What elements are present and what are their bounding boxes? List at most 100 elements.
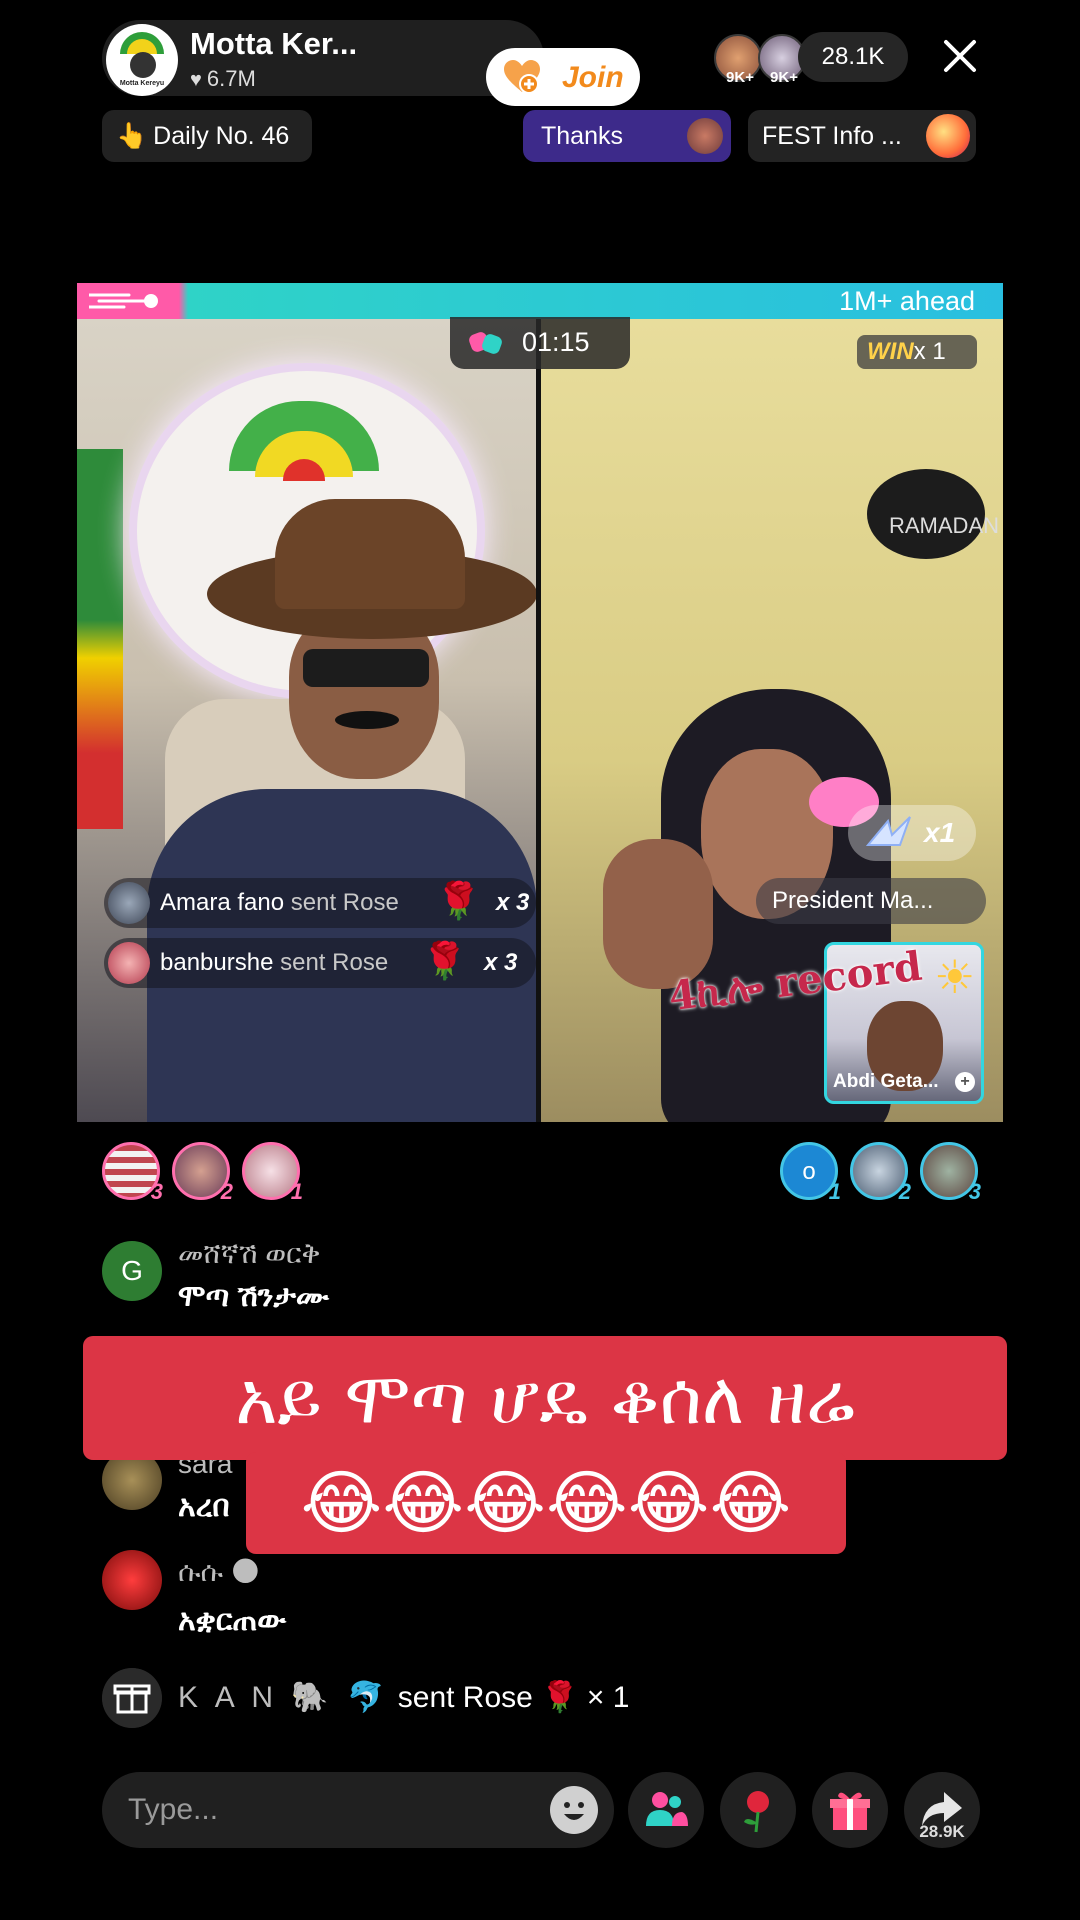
chat-username[interactable]: ሱሱ 🌑: [178, 1555, 260, 1589]
rose-gift-button[interactable]: [720, 1772, 796, 1848]
chat-message: አቋርጠው: [178, 1604, 287, 1637]
logo-arcs: [120, 32, 164, 54]
crane-count: x1: [924, 817, 956, 848]
people-icon: [646, 1792, 688, 1826]
rose-icon: 🌹: [436, 880, 481, 921]
caption-banner-line-1: አይ ሞጣ ሆዴ ቆሰለ ዘሬ: [83, 1336, 1007, 1460]
rose-icon: [744, 1791, 769, 1833]
win-streak-badge: WINx 1: [857, 335, 977, 369]
ramadan-sign: RAMADAN: [867, 469, 999, 559]
battle-ahead-text: 1M+ ahead: [839, 286, 975, 316]
flag: [77, 449, 123, 829]
join-label: Join: [562, 61, 624, 94]
share-button[interactable]: 28.9K: [904, 1772, 980, 1848]
top-gifter-right-1[interactable]: o1: [780, 1142, 841, 1204]
gift-chat-count: × 1: [578, 1681, 630, 1714]
battle-score-bar: 1M+ ahead: [77, 283, 1003, 319]
daily-rank-chip[interactable]: 👆 Daily No. 46: [102, 110, 312, 162]
top-gifter-left-1[interactable]: 1: [242, 1142, 303, 1204]
hand: [603, 839, 713, 989]
chat-message: አረበ: [178, 1490, 230, 1523]
host-avatar[interactable]: Motta Kereyu: [106, 24, 178, 96]
rank-avatar-letter: o: [802, 1158, 816, 1185]
gift-notification: banburshe sent Rose 🌹 x 3: [104, 938, 536, 988]
cohost-name: Abdi Geta...: [833, 1071, 939, 1092]
rank-number: 3: [968, 1179, 981, 1204]
rank-number: 2: [220, 1179, 233, 1204]
gift-sender-avatar: [108, 882, 150, 924]
top-gifter-right-2[interactable]: 2: [850, 1142, 911, 1204]
share-count: 28.9K: [919, 1822, 965, 1841]
rank-number: 2: [898, 1179, 911, 1204]
win-count: x 1: [913, 338, 946, 365]
gloves-icon: [469, 332, 502, 354]
hat-top: [275, 499, 465, 609]
comment-input[interactable]: [128, 1784, 528, 1836]
gift-box-icon: [102, 1668, 162, 1728]
join-button[interactable]: Join: [486, 48, 640, 106]
win-label: WIN: [867, 338, 914, 365]
gift-icon: [830, 1792, 870, 1830]
comment-box[interactable]: [102, 1772, 614, 1848]
multi-guest-button[interactable]: [628, 1772, 704, 1848]
mustache: [335, 711, 399, 729]
host-pill[interactable]: Motta Kereyu Motta Ker... ♥ 6.7M Join: [102, 20, 640, 106]
host-video-panel[interactable]: [77, 319, 536, 1122]
plus-icon[interactable]: +: [955, 1072, 975, 1092]
top-gifter-right-3[interactable]: 3: [920, 1142, 981, 1204]
hand-icon: 👆: [116, 122, 148, 150]
gift-chat-user[interactable]: K A N 🐘 🐬: [178, 1681, 389, 1714]
chat-avatar[interactable]: [102, 1550, 162, 1610]
glasses: [303, 649, 429, 687]
rank-number: 1: [290, 1179, 303, 1204]
paper-crane-icon: [866, 816, 911, 846]
battle-timer-text: 01:15: [522, 327, 590, 357]
fest-info-label: FEST Info ...: [762, 122, 902, 150]
lion-icon: [130, 52, 156, 78]
gift-chat-text: K A N 🐘 🐬 sent Rose 🌹 × 1: [178, 1680, 629, 1715]
gift-sender-name: Amara fano: [160, 889, 285, 916]
daily-rank-label: Daily No. 46: [153, 122, 290, 150]
rose-icon: 🌹: [422, 940, 467, 981]
tiktok-icon: [926, 114, 970, 158]
rank-number: 1: [828, 1179, 841, 1204]
host-likes: ♥ 6.7M: [190, 66, 256, 92]
chat-message: ሞጣ ሽንታሙ: [178, 1280, 330, 1313]
gift-action: sent Rose: [284, 889, 399, 916]
gift-sender-avatar: [108, 942, 150, 984]
thanks-chip[interactable]: Thanks: [523, 110, 731, 162]
chat-username[interactable]: መሸኛሽ ወርቅ: [178, 1238, 320, 1271]
opponent-name[interactable]: President Ma...: [756, 878, 986, 924]
host-likes-count: 6.7M: [206, 66, 256, 91]
gift-sender-line: Amara fano sent Rose: [160, 878, 399, 928]
speed-stripes-icon: [89, 293, 158, 309]
top-viewer-avatar-1[interactable]: 9K+: [714, 34, 762, 86]
gift-button[interactable]: [812, 1772, 888, 1848]
close-icon[interactable]: [940, 36, 980, 76]
emoji-icon[interactable]: [550, 1786, 598, 1834]
fest-info-chip[interactable]: FEST Info ...: [748, 110, 976, 162]
ramadan-text: RAMADAN: [889, 513, 1000, 538]
rank-number: 3: [150, 1179, 163, 1204]
caption-banner-line-2: 😂😂😂😂😂😂: [246, 1452, 846, 1554]
gift-chat-line: K A N 🐘 🐬 sent Rose 🌹 × 1: [102, 1668, 802, 1728]
crane-gift-badge: x1: [848, 805, 976, 861]
thanks-avatar: [687, 118, 723, 154]
sun-icon: ☀: [934, 951, 976, 1003]
gift-chat-action: sent Rose: [389, 1681, 542, 1714]
chat-avatar[interactable]: G: [102, 1241, 162, 1301]
host-name[interactable]: Motta Ker...: [190, 26, 357, 62]
battle-timer: 01:15: [450, 317, 630, 369]
gift-count: x 3: [496, 889, 530, 916]
top-gifter-left-2[interactable]: 2: [172, 1142, 233, 1204]
host-logo-text: Motta Kereyu: [119, 80, 165, 87]
gift-count: x 3: [484, 949, 518, 976]
gift-action: sent Rose: [273, 949, 389, 976]
gift-sender-name: banburshe: [160, 949, 274, 976]
viewer-count[interactable]: 28.1K: [798, 32, 908, 82]
top-gifter-left-3[interactable]: 3: [102, 1142, 163, 1204]
thanks-label: Thanks: [541, 122, 623, 150]
gift-sender-line: banburshe sent Rose: [160, 938, 388, 988]
heart-plus-icon: [504, 60, 540, 94]
heart-icon: ♥: [190, 69, 202, 91]
